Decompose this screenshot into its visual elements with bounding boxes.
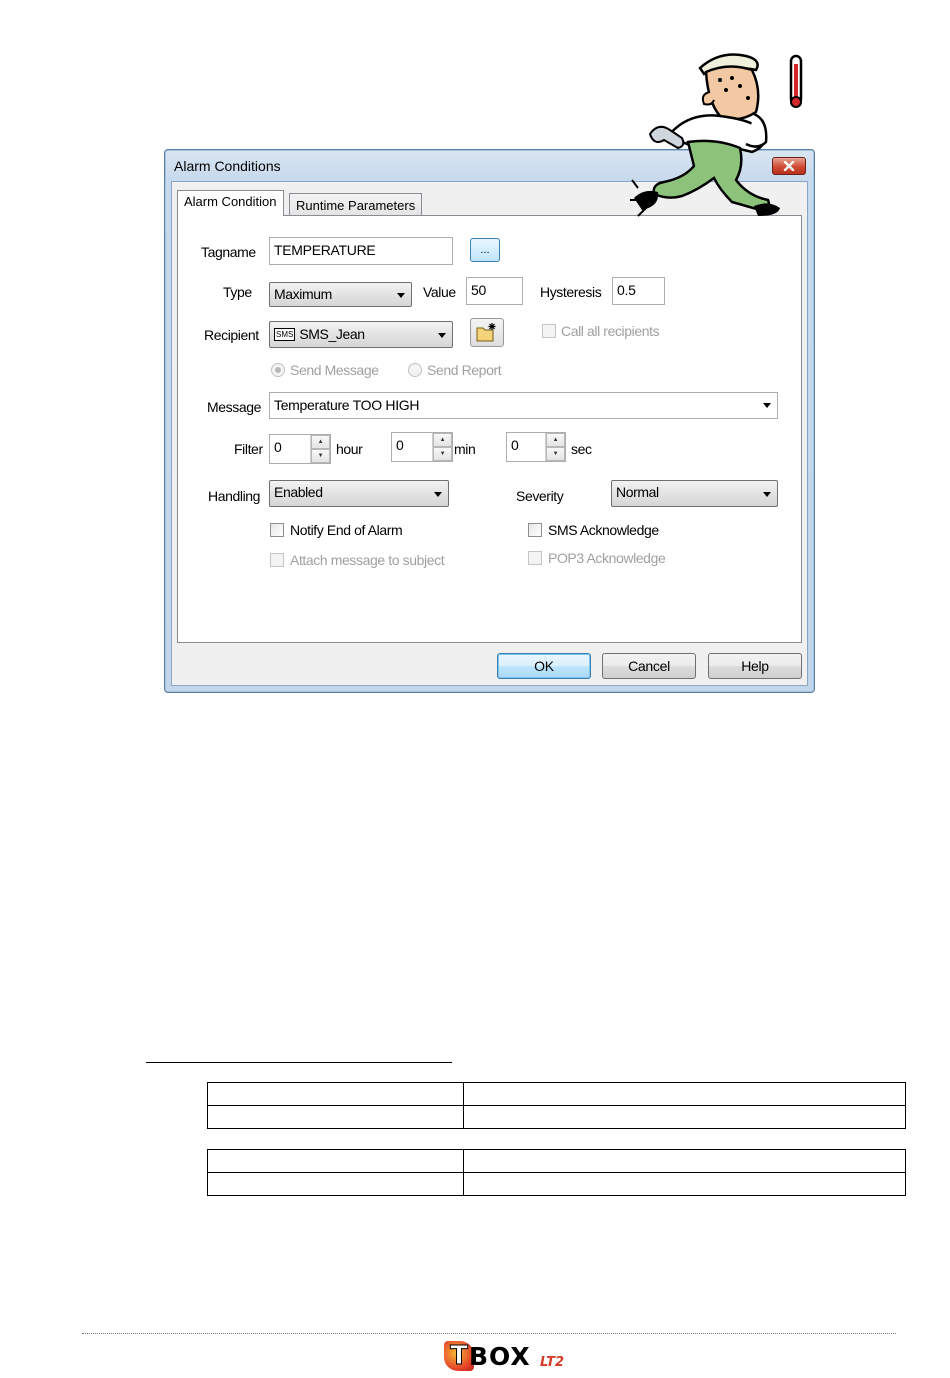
handling-label: Handling [208,488,261,504]
table-row [207,1082,906,1106]
filter-min-input[interactable]: 0 ▲ ▼ [391,432,453,462]
message-value: Temperature TOO HIGH [274,397,420,413]
attach-message-checkbox[interactable] [270,553,284,567]
table-cell [207,1082,464,1106]
chevron-down-icon [438,333,446,338]
tagname-label: Tagname [201,244,256,260]
thermometer-icon [789,54,803,108]
send-report-radio[interactable] [408,363,422,377]
spin-up-icon[interactable]: ▲ [433,433,452,447]
chevron-down-icon [397,293,405,298]
sms-acknowledge-label: SMS Acknowledge [548,522,659,538]
tab-runtime-parameters[interactable]: Runtime Parameters [289,193,423,217]
tbox-lt2-logo: T BOX LT2 [444,1341,584,1375]
spin-up-icon[interactable]: ▲ [311,435,330,449]
tab-alarm-condition[interactable]: Alarm Condition [177,190,284,216]
sms-acknowledge-checkbox[interactable] [528,523,542,537]
alarm-condition-panel: Tagname TEMPERATURE ... Type Maximum Val… [177,215,802,643]
help-button[interactable]: Help [708,653,802,679]
table-cell [463,1172,906,1196]
chevron-down-icon [763,492,771,497]
value-label: Value [423,284,456,300]
severity-selected-value: Normal [616,484,659,500]
new-recipient-button[interactable] [470,318,504,347]
recipient-select[interactable]: SMS SMS_Jean [269,321,453,348]
type-label: Type [223,284,252,300]
spin-up-icon[interactable]: ▲ [546,433,565,447]
message-combo[interactable]: Temperature TOO HIGH [269,392,778,419]
spin-down-icon[interactable]: ▼ [433,447,452,461]
footer-divider [82,1333,896,1334]
dialog-client-area: Alarm Condition Runtime Parameters Tagna… [171,181,808,686]
type-selected-value: Maximum [274,286,332,302]
running-man-illustration [630,53,803,217]
notify-end-of-alarm-checkbox[interactable] [270,523,284,537]
notify-end-of-alarm-label: Notify End of Alarm [290,522,403,538]
ok-button[interactable]: OK [497,653,591,679]
handling-select[interactable]: Enabled [269,480,449,507]
filter-min-spinner[interactable]: ▲ ▼ [432,433,452,461]
message-label: Message [207,399,262,415]
call-all-recipients-label: Call all recipients [561,323,660,339]
handling-selected-value: Enabled [274,484,323,500]
value-input[interactable]: 50 [466,277,523,305]
send-message-label: Send Message [290,362,379,378]
spin-down-icon[interactable]: ▼ [311,449,330,463]
table-row [207,1149,906,1173]
table-cell [463,1105,906,1129]
table-cell [463,1082,906,1106]
min-unit-label: min [454,441,476,457]
alarm-conditions-dialog: Alarm Conditions Alarm Condition Runtime… [164,149,815,693]
logo-box-text: BOX [469,1342,531,1371]
filter-hour-value: 0 [274,439,282,455]
tagname-input[interactable]: TEMPERATURE [269,237,453,265]
filter-label: Filter [234,441,263,457]
chevron-down-icon [763,403,771,408]
table-cell [207,1105,464,1129]
filter-hour-input[interactable]: 0 ▲ ▼ [269,434,331,464]
pop3-acknowledge-checkbox[interactable] [528,551,542,565]
severity-label: Severity [516,488,564,504]
logo-lt2-text: LT2 [540,1355,565,1370]
filter-hour-spinner[interactable]: ▲ ▼ [310,435,330,463]
table-cell [207,1172,464,1196]
spin-down-icon[interactable]: ▼ [546,447,565,461]
table-row [207,1172,906,1196]
pop3-acknowledge-label: POP3 Acknowledge [548,550,666,566]
filter-min-value: 0 [396,437,404,453]
filter-sec-spinner[interactable]: ▲ ▼ [545,433,565,461]
type-select[interactable]: Maximum [269,282,412,307]
sec-unit-label: sec [571,441,592,457]
new-folder-icon [476,323,496,342]
call-all-recipients-checkbox[interactable] [542,324,556,338]
hysteresis-label: Hysteresis [540,284,602,300]
hysteresis-input[interactable]: 0.5 [612,277,665,305]
filter-sec-value: 0 [511,437,519,453]
severity-select[interactable]: Normal [611,480,778,507]
table-cell [463,1149,906,1173]
section-heading-underline [146,1062,452,1063]
recipient-label: Recipient [204,327,259,343]
parameter-table-2 [207,1149,906,1196]
table-cell [207,1149,464,1173]
send-report-label: Send Report [427,362,502,378]
parameter-table-1 [207,1082,906,1129]
send-message-radio[interactable] [271,363,285,377]
recipient-selected-value: SMS_Jean [299,326,365,342]
filter-sec-input[interactable]: 0 ▲ ▼ [506,432,566,462]
chevron-down-icon [434,492,442,497]
table-row [207,1105,906,1129]
cancel-button[interactable]: Cancel [602,653,696,679]
dialog-title: Alarm Conditions [174,158,281,174]
attach-message-label: Attach message to subject [290,552,445,568]
tagname-browse-button[interactable]: ... [470,238,500,262]
hour-unit-label: hour [336,441,363,457]
sms-icon: SMS [274,328,296,341]
